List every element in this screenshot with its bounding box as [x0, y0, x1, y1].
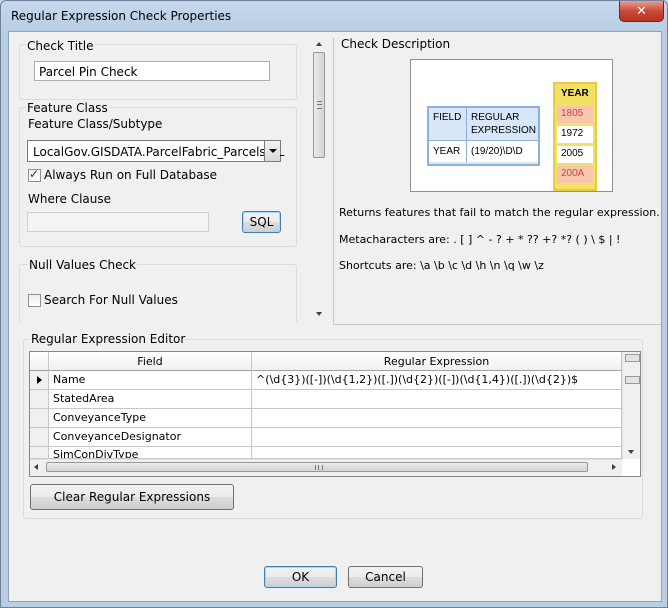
- grid-scroll-thumb[interactable]: [625, 354, 640, 362]
- where-clause-label: Where Clause: [28, 192, 112, 206]
- regex-grid[interactable]: Field Regular Expression Name ^(\d{3})([…: [29, 351, 641, 477]
- row-header-3[interactable]: [30, 428, 49, 447]
- table-row-0-field[interactable]: Name: [49, 371, 252, 390]
- search-null-checkbox[interactable]: [28, 294, 41, 307]
- illustration-field-value: YEAR: [429, 140, 467, 162]
- title-bar: Regular Expression Check Properties ✕: [1, 1, 667, 31]
- illustration-regex-value: (19/20)\D\D: [467, 140, 538, 162]
- illustration-year-200A: 200A: [557, 166, 593, 183]
- illustration-year-2005: 2005: [557, 146, 593, 163]
- left-panel-scroll-thumb[interactable]: [313, 52, 325, 158]
- window-title: Regular Expression Check Properties: [11, 9, 232, 23]
- table-row-4-expression[interactable]: [252, 447, 622, 459]
- table-row-4-field[interactable]: SimConDivType: [49, 447, 252, 459]
- grip-icon: [317, 101, 322, 109]
- close-icon: ✕: [636, 3, 647, 19]
- check-description-label: Check Description: [341, 37, 451, 51]
- where-clause-input[interactable]: [27, 212, 209, 232]
- grid-scroll-left-icon[interactable]: [34, 464, 38, 470]
- table-row-2-field[interactable]: ConveyanceType: [49, 409, 252, 428]
- illustration-year-header: YEAR: [561, 88, 589, 99]
- column-header-field[interactable]: Field: [49, 352, 252, 371]
- feature-class-selected-value: LocalGov.GISDATA.ParcelFabric_Parcels - …: [33, 145, 285, 159]
- check-title-input[interactable]: Parcel Pin Check: [34, 61, 270, 81]
- always-run-checkbox[interactable]: ✓: [28, 167, 41, 182]
- feature-class-group-label: Feature Class: [26, 101, 109, 115]
- table-row-2-expression[interactable]: [252, 409, 622, 428]
- null-values-group-label: Null Values Check: [28, 258, 137, 272]
- description-line-3: Shortcuts are: \a \b \c \d \h \n \q \w \…: [339, 259, 544, 272]
- table-row-3-expression[interactable]: [252, 428, 622, 447]
- table-row-3-field[interactable]: ConveyanceDesignator: [49, 428, 252, 447]
- ok-button[interactable]: OK: [264, 566, 337, 588]
- row-header-2[interactable]: [30, 409, 49, 428]
- table-row-0-expression[interactable]: ^(\d{3})([-])(\d{1,2})([.])(\d{2})([-])(…: [252, 371, 622, 390]
- dialog-client-area: Check Title Parcel Pin Check Feature Cla…: [8, 31, 662, 602]
- row-header-0[interactable]: [30, 371, 49, 390]
- chevron-down-icon: [269, 149, 277, 153]
- description-illustration: FIELD REGULAR EXPRESSION YEAR (19/20)\D\…: [410, 59, 613, 192]
- grid-vertical-scrollbar[interactable]: [622, 352, 640, 459]
- row-header-1[interactable]: [30, 390, 49, 409]
- sql-button[interactable]: SQL: [242, 211, 281, 233]
- illustration-year-1805: 1805: [557, 106, 593, 123]
- current-row-arrow-icon: [37, 376, 42, 384]
- always-run-label: Always Run on Full Database: [44, 168, 218, 182]
- table-row-1-field[interactable]: StatedArea: [49, 390, 252, 409]
- cancel-button[interactable]: Cancel: [348, 566, 423, 588]
- clear-regular-expressions-button[interactable]: Clear Regular Expressions: [30, 484, 234, 510]
- regex-editor-group-label: Regular Expression Editor: [30, 332, 187, 346]
- search-null-label: Search For Null Values: [44, 293, 178, 307]
- feature-class-subtype-label: Feature Class/Subtype: [28, 117, 163, 131]
- row-header-4[interactable]: [30, 447, 49, 459]
- check-description-panel: Check Description FIELD REGULAR EXPRESSI…: [333, 37, 661, 325]
- illustration-regex-header: REGULAR EXPRESSION: [471, 112, 537, 136]
- check-title-group-label: Check Title: [26, 39, 95, 53]
- left-panel: Check Title Parcel Pin Check Feature Cla…: [17, 38, 322, 322]
- illustration-year-column: YEAR 1805 1972 2005 200A: [553, 82, 597, 191]
- scroll-down-icon[interactable]: [316, 312, 322, 316]
- close-button[interactable]: ✕: [619, 1, 664, 22]
- grid-corner-header: [30, 352, 49, 371]
- illustration-field-table: FIELD REGULAR EXPRESSION YEAR (19/20)\D\…: [427, 106, 540, 166]
- grid-scroll-down-icon[interactable]: [628, 450, 634, 454]
- checkmark-icon: ✓: [29, 167, 40, 181]
- column-header-regular-expression[interactable]: Regular Expression: [252, 352, 622, 371]
- illustration-year-1972: 1972: [557, 126, 593, 143]
- dropdown-button[interactable]: [264, 141, 280, 161]
- table-row-1-expression[interactable]: [252, 390, 622, 409]
- dialog-window: Regular Expression Check Properties ✕ Ch…: [0, 0, 668, 608]
- feature-class-dropdown[interactable]: LocalGov.GISDATA.ParcelFabric_Parcels - …: [27, 140, 285, 162]
- scroll-up-icon[interactable]: [316, 42, 322, 46]
- grid-horizontal-scrollbar[interactable]: [30, 459, 622, 476]
- left-panel-scrollbar[interactable]: [312, 38, 327, 320]
- hgrip-icon: [315, 465, 323, 470]
- grid-scroll-right-icon[interactable]: [612, 464, 616, 470]
- grid-hscroll-thumb[interactable]: [46, 462, 588, 472]
- description-line-2: Metacharacters are: . [ ] ^ - ? + * ?? +…: [339, 233, 621, 246]
- description-line-1: Returns features that fail to match the …: [339, 206, 660, 219]
- illustration-field-header: FIELD: [429, 108, 467, 140]
- grid-scroll-thumb-lower[interactable]: [625, 376, 640, 384]
